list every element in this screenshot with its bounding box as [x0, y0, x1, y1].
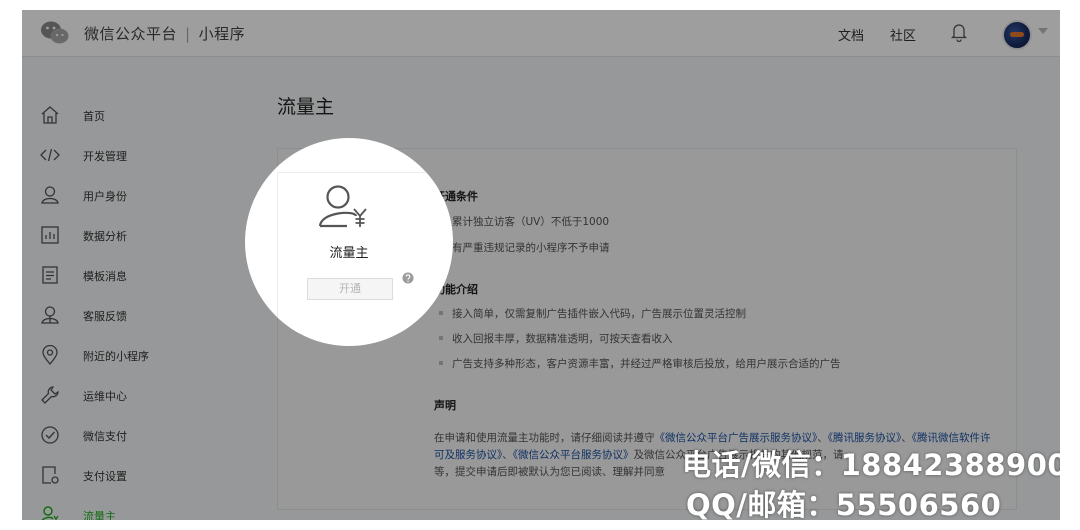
- condition-item: 有严重违规记录的小程序不予申请: [439, 242, 610, 254]
- product-name: 小程序: [198, 25, 246, 43]
- sidebar-item-user-identity[interactable]: 用户身份: [22, 177, 212, 217]
- pay-icon: [41, 426, 59, 444]
- sidebar-item-home[interactable]: 首页: [22, 97, 212, 137]
- community-link[interactable]: 社区: [890, 25, 916, 44]
- watermark-qq: QQ/邮箱：55506560: [686, 488, 1002, 520]
- wrench-icon: [41, 386, 59, 404]
- watermark-phone: 电话/微信：18842388900: [682, 448, 1060, 482]
- declaration-heading: 声明: [434, 399, 456, 412]
- traffic-owner-icon: [41, 506, 59, 520]
- declaration-part: 等，提交申请后即被默认为您已阅读、理解并同意: [434, 466, 665, 478]
- sidebar-item-label: 模板消息: [83, 270, 127, 283]
- docs-link[interactable]: 文档: [838, 25, 864, 44]
- user-icon: [41, 186, 59, 204]
- spotlight-circle: 流量主 开通: [245, 138, 453, 346]
- bell-icon[interactable]: [950, 22, 968, 42]
- sidebar-item-label: 支付设置: [83, 470, 127, 483]
- feature-item: 收入回报丰厚，数据精准透明，可按天查看收入: [439, 333, 673, 345]
- sidebar-item-label: 开发管理: [83, 150, 127, 163]
- sidebar-item-pay-settings[interactable]: 支付设置: [22, 457, 212, 497]
- page-title: 流量主: [277, 96, 335, 118]
- sidebar-item-label: 运维中心: [83, 390, 127, 403]
- sidebar-item-analytics[interactable]: 数据分析: [22, 217, 212, 257]
- brand-name: 微信公众平台: [84, 25, 178, 43]
- user-yuan-icon: [318, 185, 367, 228]
- caret-down-icon[interactable]: [1038, 28, 1048, 34]
- sidebar-item-traffic-owner[interactable]: 流量主: [22, 497, 212, 520]
- help-icon[interactable]: [402, 272, 414, 284]
- sidebar-item-label: 流量主: [83, 510, 116, 520]
- sidebar-item-wechat-pay[interactable]: 微信支付: [22, 417, 212, 457]
- sidebar-item-template[interactable]: 模板消息: [22, 257, 212, 297]
- wechat-logo-icon: [41, 21, 69, 44]
- condition-item: 累计独立访客（UV）不低于1000: [438, 216, 610, 228]
- sidebar-item-ops[interactable]: 运维中心: [22, 377, 212, 417]
- chart-icon: [41, 226, 59, 244]
- sidebar-item-label: 首页: [83, 110, 105, 123]
- feature-item: 广告支持多种形态，客户资源丰富，并经过严格审核后投放，给用户展示合适的广告: [439, 358, 841, 370]
- pay-settings-icon: [42, 466, 59, 484]
- sidebar-item-label: 客服反馈: [83, 310, 127, 323]
- activate-button[interactable]: 开通: [307, 278, 393, 300]
- sidebar-item-label: 附近的小程序: [83, 350, 149, 363]
- avatar[interactable]: [1002, 20, 1032, 50]
- spotlight-title: 流量主: [329, 246, 369, 261]
- declaration-separator: 、: [502, 449, 513, 461]
- location-icon: [42, 345, 58, 365]
- sidebar: 首页 开发管理 用户身份 数据分析 模板消息 客服反馈 附近的小程序 运维中心 …: [22, 57, 212, 520]
- brand-separator: |: [185, 25, 191, 43]
- top-bar: 微信公众平台 | 小程序 文档 社区: [22, 10, 1060, 57]
- platform-brand[interactable]: 微信公众平台 | 小程序: [84, 23, 245, 44]
- code-icon: [40, 148, 60, 162]
- app-frame: 微信公众平台 | 小程序 文档 社区 首页 开发管理 用户身份 数据分析 模板消…: [22, 10, 1060, 520]
- sidebar-item-label: 用户身份: [83, 190, 127, 203]
- declaration-part: 在申请和使用流量主功能时，请仔细阅读并遵守: [434, 432, 655, 444]
- service-icon: [41, 306, 59, 324]
- agreement-link-platform-service[interactable]: 《微信公众平台服务协议》: [513, 449, 634, 461]
- sidebar-item-nearby[interactable]: 附近的小程序: [22, 337, 212, 377]
- template-icon: [42, 266, 58, 284]
- feature-item: 接入简单，仅需复制广告插件嵌入代码，广告展示位置灵活控制: [439, 308, 746, 320]
- home-icon: [41, 106, 59, 124]
- sidebar-item-label: 微信支付: [83, 430, 127, 443]
- sidebar-item-dev[interactable]: 开发管理: [22, 137, 212, 177]
- sidebar-item-label: 数据分析: [83, 230, 127, 243]
- sidebar-item-service[interactable]: 客服反馈: [22, 297, 212, 337]
